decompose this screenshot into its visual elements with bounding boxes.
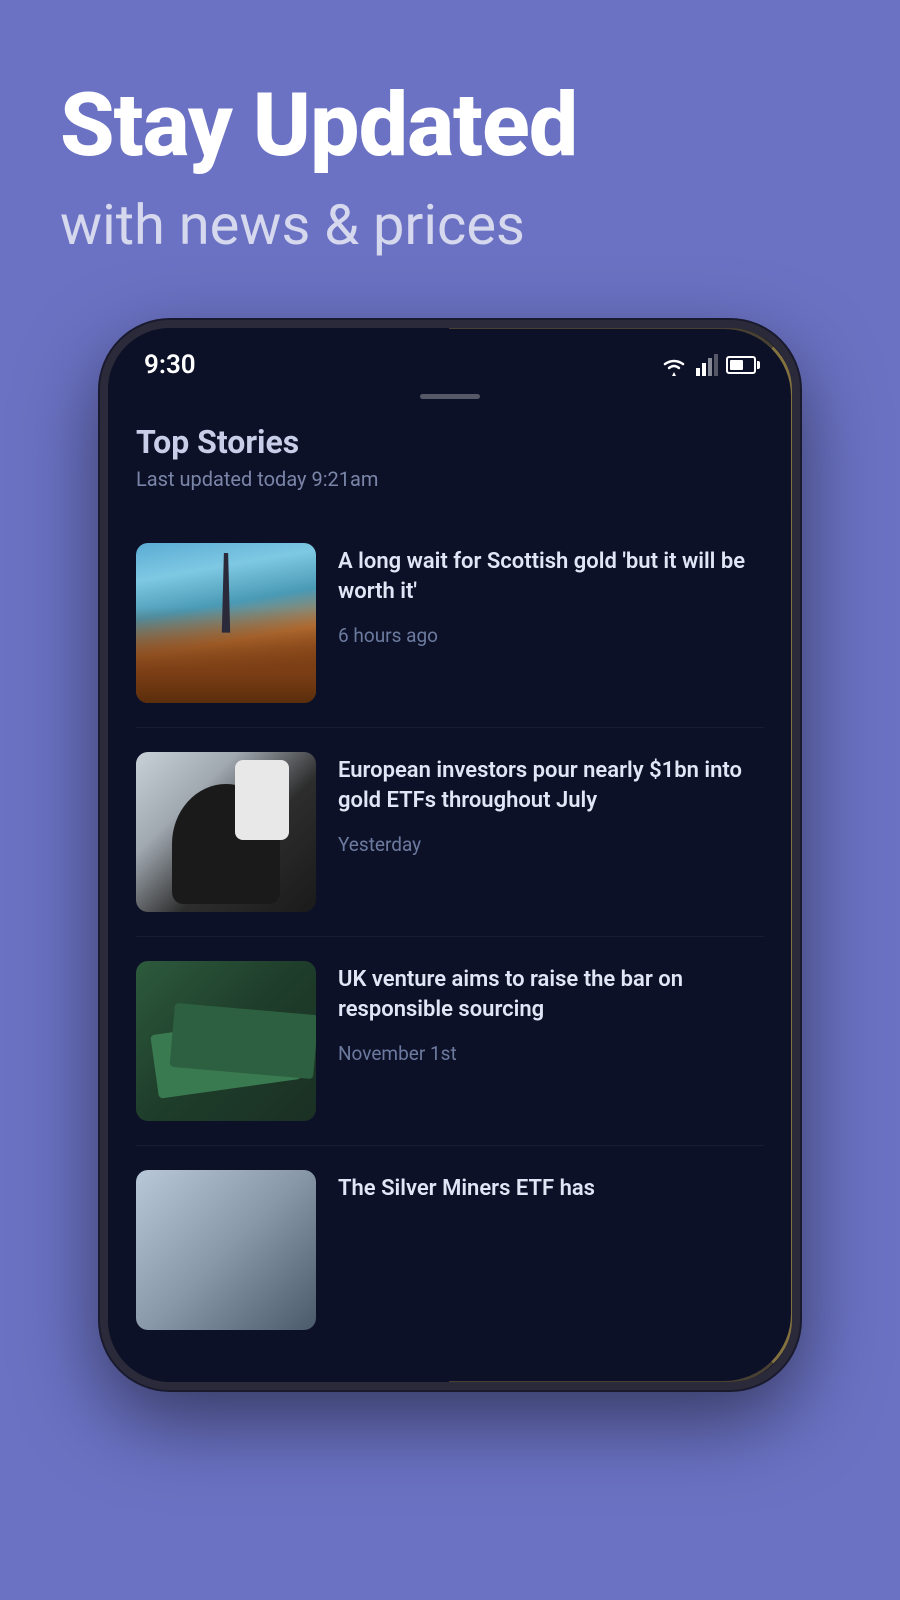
- news-headline-1: A long wait for Scottish gold 'but it wi…: [338, 547, 764, 609]
- news-time-1: 6 hours ago: [338, 624, 764, 647]
- wifi-icon: [660, 354, 688, 376]
- status-icons: [660, 354, 756, 376]
- phone-frame: 9:30: [100, 320, 800, 1390]
- hero-title: Stay Updated: [60, 80, 840, 172]
- news-item-4[interactable]: The Silver Miners ETF has: [136, 1146, 764, 1330]
- phone-mockup: 9:30: [100, 320, 800, 1390]
- news-time-3: November 1st: [338, 1042, 764, 1065]
- news-image-4: [136, 1170, 316, 1330]
- last-updated-text: Last updated today 9:21am: [136, 467, 764, 491]
- news-text-1: A long wait for Scottish gold 'but it wi…: [338, 543, 764, 648]
- news-time-2: Yesterday: [338, 833, 764, 856]
- phone-screen: 9:30: [108, 328, 792, 1382]
- news-text-3: UK venture aims to raise the bar on resp…: [338, 961, 764, 1066]
- news-image-2: [136, 752, 316, 912]
- news-text-2: European investors pour nearly $1bn into…: [338, 752, 764, 857]
- news-item-1[interactable]: A long wait for Scottish gold 'but it wi…: [136, 519, 764, 728]
- news-item-2[interactable]: European investors pour nearly $1bn into…: [136, 728, 764, 937]
- section-title: Top Stories: [136, 423, 764, 461]
- news-image-3: [136, 961, 316, 1121]
- news-item-3[interactable]: UK venture aims to raise the bar on resp…: [136, 937, 764, 1146]
- signal-icon: [696, 354, 718, 376]
- battery-icon: [726, 356, 756, 374]
- status-time: 9:30: [144, 350, 196, 380]
- news-headline-2: European investors pour nearly $1bn into…: [338, 756, 764, 818]
- news-text-4: The Silver Miners ETF has: [338, 1170, 764, 1221]
- news-headline-4: The Silver Miners ETF has: [338, 1174, 764, 1205]
- news-headline-3: UK venture aims to raise the bar on resp…: [338, 965, 764, 1027]
- screen-content: Top Stories Last updated today 9:21am A …: [108, 399, 792, 1382]
- news-image-1: [136, 543, 316, 703]
- news-list: A long wait for Scottish gold 'but it wi…: [136, 519, 764, 1330]
- status-bar: 9:30: [108, 328, 792, 390]
- hero-section: Stay Updated with news & prices: [0, 0, 900, 300]
- hero-subtitle: with news & prices: [60, 192, 840, 259]
